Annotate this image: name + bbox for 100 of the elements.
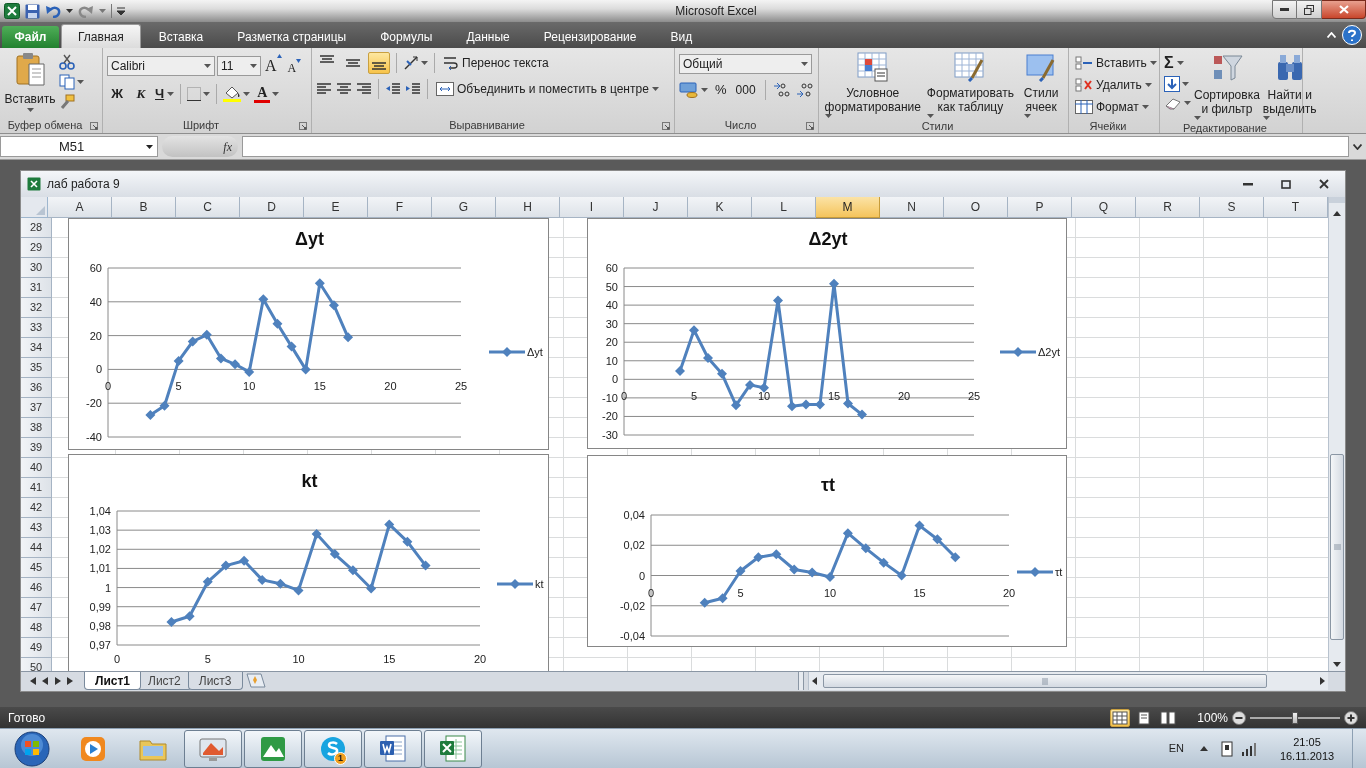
chart-area[interactable]: -40 -20 0 20 40 60 0 5 10 15 20 25 Δyt Δyt (68, 218, 549, 450)
column-header[interactable]: D (240, 197, 304, 218)
find-select-button[interactable]: Найти и выделить (1262, 52, 1317, 120)
taskbar-button[interactable] (244, 729, 302, 768)
scroll-thumb[interactable] (823, 674, 1267, 688)
vertical-scrollbar[interactable] (1328, 197, 1345, 671)
row-header[interactable]: 41 (21, 478, 52, 498)
orientation-icon[interactable] (403, 55, 419, 71)
scroll-up-icon[interactable] (1333, 211, 1341, 216)
column-header[interactable]: M (816, 197, 880, 218)
column-header[interactable]: E (304, 197, 368, 218)
formula-field[interactable] (242, 136, 1349, 157)
sheet-tab[interactable]: Лист1 (84, 672, 142, 690)
font-size-field[interactable]: 11 (217, 56, 261, 76)
cell-styles-button[interactable]: Стили ячеек (1018, 52, 1064, 118)
taskbar-button[interactable]: 1 (304, 729, 362, 768)
column-header[interactable]: I (560, 197, 624, 218)
taskbar-button[interactable] (184, 729, 242, 768)
italic-button[interactable]: К (131, 84, 151, 104)
increase-indent-icon[interactable] (405, 82, 421, 96)
autosum-button[interactable]: Σ (1164, 54, 1191, 72)
column-header[interactable]: A (48, 197, 112, 218)
chart-area[interactable]: -0,04 -0,02 0 0,02 0,04 0 5 10 15 20 τt τt (587, 455, 1067, 647)
scroll-right-icon[interactable] (1320, 677, 1325, 685)
row-header[interactable]: 32 (21, 298, 52, 318)
scissors-icon[interactable] (59, 54, 75, 70)
row-header[interactable]: 47 (21, 598, 52, 618)
row-header[interactable]: 44 (21, 538, 52, 558)
caret-icon[interactable] (1184, 101, 1191, 105)
spreadsheet-icon[interactable] (4, 3, 20, 19)
close-icon[interactable] (1319, 179, 1329, 189)
column-header[interactable]: P (1008, 197, 1072, 218)
minimize-button[interactable] (1272, 0, 1297, 19)
row-header[interactable]: 33 (21, 318, 52, 338)
row-header[interactable]: 45 (21, 558, 52, 578)
wrap-text-button[interactable]: Перенос текста (441, 52, 551, 74)
column-header[interactable]: L (752, 197, 816, 218)
restore-button[interactable] (1297, 0, 1322, 19)
page-break-button[interactable] (1158, 708, 1178, 727)
fill-down-icon[interactable] (1164, 76, 1180, 92)
ribbon-tab[interactable]: Данные (450, 26, 526, 48)
ribbon-tab[interactable]: Формулы (364, 26, 449, 48)
sheet-tab[interactable]: Лист3 (187, 672, 243, 690)
number-format-field[interactable]: Общий (679, 54, 812, 74)
insert-function-button[interactable]: fx (223, 137, 232, 156)
row-header[interactable]: 34 (21, 338, 52, 358)
merge-center-button[interactable]: Объединить и поместить в центре (434, 78, 661, 100)
sort-filter-button[interactable]: Сортировка и фильтр (1194, 52, 1260, 120)
zoom-thumb[interactable] (1292, 711, 1298, 724)
column-header[interactable]: J (624, 197, 688, 218)
restore-icon[interactable] (1281, 179, 1291, 189)
scroll-down-icon[interactable] (1333, 662, 1341, 667)
row-header[interactable]: 29 (21, 238, 52, 258)
split-handle[interactable] (798, 672, 804, 690)
ribbon-tab[interactable]: Вставка (142, 26, 220, 48)
zoom-out-icon[interactable] (1232, 710, 1246, 725)
zoom-level[interactable]: 100% (1188, 708, 1228, 727)
caret-icon[interactable] (77, 80, 84, 84)
expand-formula-icon[interactable] (1353, 143, 1362, 150)
ribbon-tab[interactable]: Разметка страницы (221, 26, 363, 48)
scroll-thumb[interactable] (1330, 454, 1344, 640)
previous-sheet-icon[interactable] (40, 676, 50, 686)
align-center-icon[interactable] (336, 82, 352, 96)
row-header[interactable]: 39 (21, 438, 52, 458)
align-bottom-button[interactable] (368, 52, 390, 74)
column-header[interactable]: T (1264, 197, 1328, 218)
currency-icon[interactable] (679, 82, 699, 98)
align-left-icon[interactable] (316, 82, 332, 96)
zoom-slider[interactable] (1250, 710, 1340, 725)
row-header[interactable]: 28 (21, 218, 52, 238)
undo-icon[interactable] (45, 4, 61, 18)
font-color-button[interactable]: A (254, 85, 280, 103)
row-header[interactable]: 30 (21, 258, 52, 278)
chart-area[interactable]: -30 -20 -10 0 10 20 30 40 50 60 0 5 10 15 20 25 Δ2yt Δ2yt (587, 218, 1067, 449)
dialog-launcher-icon[interactable] (90, 122, 98, 130)
percent-button[interactable]: % (713, 80, 729, 100)
minimize-icon[interactable] (1243, 182, 1253, 186)
format-cells-button[interactable]: Формат (1073, 96, 1159, 118)
zoom-in-icon[interactable] (1344, 710, 1358, 725)
format-painter-icon[interactable] (59, 94, 75, 110)
chart-area[interactable]: 0,97 0,98 0,99 1 1,01 1,02 1,03 1,04 0 5 10 15 20 kt kt (68, 454, 549, 671)
row-header[interactable]: 40 (21, 458, 52, 478)
redo-icon[interactable] (78, 4, 94, 18)
column-header[interactable]: F (368, 197, 432, 218)
ribbon-tab[interactable]: Рецензирование (527, 26, 653, 48)
row-header[interactable]: 50 (21, 658, 52, 671)
normal-view-button[interactable] (1110, 708, 1130, 727)
help-icon[interactable] (1342, 25, 1362, 45)
borders-icon[interactable] (187, 87, 202, 101)
delete-cells-button[interactable]: Удалить (1073, 74, 1159, 96)
row-header[interactable]: 35 (21, 358, 52, 378)
dialog-launcher-icon[interactable] (299, 122, 307, 130)
name-box[interactable]: M51 (0, 136, 158, 157)
scroll-left-icon[interactable] (812, 677, 817, 685)
eraser-icon[interactable] (1164, 96, 1182, 110)
close-button[interactable] (1322, 0, 1366, 19)
caret-icon[interactable] (243, 92, 251, 96)
format-as-table-button[interactable]: Форматировать как таблицу (925, 52, 1016, 118)
copy-icon[interactable] (59, 74, 75, 90)
caret-icon[interactable] (421, 61, 428, 65)
